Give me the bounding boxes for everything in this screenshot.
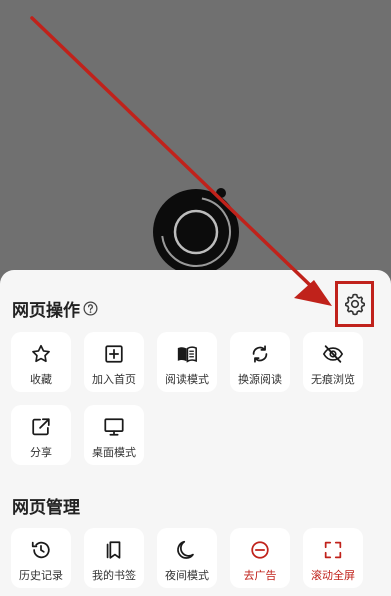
page-ops-section-title: 网页操作 — [12, 296, 98, 321]
settings-button[interactable] — [335, 281, 374, 327]
refresh-icon — [252, 345, 268, 363]
page-mgmt-title-text: 网页管理 — [12, 498, 80, 518]
minus-circle-icon — [251, 541, 269, 559]
reading-mode-label: 阅读模式 — [165, 373, 209, 386]
switch-source-button[interactable]: 换源阅读 — [230, 332, 290, 392]
incognito-label: 无痕浏览 — [311, 373, 355, 386]
switch-source-label: 换源阅读 — [238, 373, 282, 386]
scroll-fullscreen-label: 滚动全屏 — [311, 569, 355, 582]
help-circle-icon[interactable] — [83, 301, 98, 316]
gear-icon — [344, 293, 365, 316]
favorite-button[interactable]: 收藏 — [11, 332, 71, 392]
add-to-home-button[interactable]: 加入首页 — [84, 332, 144, 392]
night-mode-label: 夜间模式 — [165, 569, 209, 582]
star-icon — [32, 344, 50, 363]
bookmarks-button[interactable]: 我的书签 — [84, 528, 144, 588]
share-label: 分享 — [30, 446, 52, 459]
monitor-icon — [104, 418, 124, 436]
book-icon — [177, 346, 197, 363]
page-ops-title-text: 网页操作 — [12, 301, 80, 321]
night-mode-button[interactable]: 夜间模式 — [157, 528, 217, 588]
desktop-mode-label: 桌面模式 — [92, 446, 136, 459]
reading-mode-button[interactable]: 阅读模式 — [157, 332, 217, 392]
loading-spinner-icon — [153, 188, 239, 275]
history-label: 历史记录 — [19, 569, 63, 582]
incognito-button[interactable]: 无痕浏览 — [303, 332, 363, 392]
desktop-mode-button[interactable]: 桌面模式 — [84, 405, 144, 465]
history-icon — [31, 541, 50, 559]
fullscreen-icon — [324, 541, 342, 559]
add-to-home-label: 加入首页 — [92, 373, 136, 386]
ad-block-button[interactable]: 去广告 — [230, 528, 290, 588]
page-mgmt-section-title: 网页管理 — [12, 493, 80, 518]
share-button[interactable]: 分享 — [11, 405, 71, 465]
favorite-label: 收藏 — [30, 373, 52, 386]
bookmarks-label: 我的书签 — [92, 569, 136, 582]
ad-block-label: 去广告 — [243, 569, 277, 582]
eye-off-icon — [322, 345, 344, 363]
bookmark-icon — [106, 541, 121, 559]
scroll-fullscreen-button[interactable]: 滚动全屏 — [303, 528, 363, 588]
share-icon — [32, 418, 50, 436]
moon-icon — [177, 540, 194, 559]
add-square-icon — [105, 345, 123, 363]
history-button[interactable]: 历史记录 — [11, 528, 71, 588]
